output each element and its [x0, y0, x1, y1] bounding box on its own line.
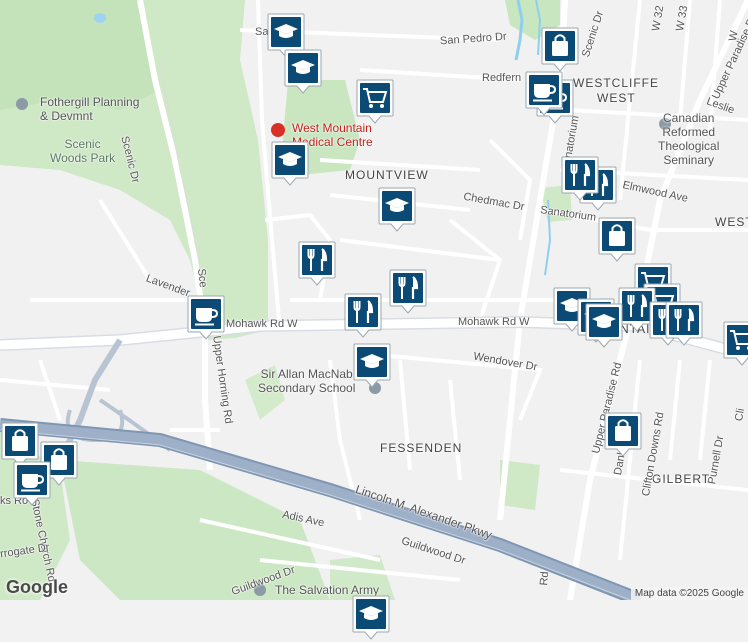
restaurant-marker[interactable]: [388, 268, 428, 316]
school-marker[interactable]: [377, 186, 417, 234]
fork-knife-icon: [389, 269, 427, 314]
school-marker[interactable]: [351, 594, 391, 642]
place-label-scenic-woods[interactable]: Scenic Woods Park: [50, 137, 115, 165]
graduation-cap-icon: [353, 343, 391, 388]
school-marker[interactable]: [283, 48, 323, 96]
cafe-marker[interactable]: [524, 70, 564, 118]
hospital-pin-icon: [271, 123, 285, 137]
cafe-marker[interactable]: [12, 460, 52, 508]
coffee-cup-icon: [13, 461, 51, 506]
road-label-rd-bottom: Rd: [538, 570, 552, 587]
road-label-mohawk-west: Mohawk Rd W: [226, 318, 298, 330]
place-label-sir-allan[interactable]: Sir Allan MacNab Secondary School: [258, 367, 355, 395]
fork-knife-icon: [561, 156, 599, 201]
fork-knife-icon: [665, 301, 703, 346]
fothergill-pin-icon: [16, 98, 28, 110]
road-label-cli: Cli: [733, 407, 748, 423]
place-label-seminary[interactable]: Canadian Reformed Theological Seminary: [658, 111, 719, 167]
neighbourhood-label-west-edge: WEST: [715, 215, 748, 229]
graduation-cap-icon: [585, 303, 623, 348]
school-marker[interactable]: [584, 302, 624, 350]
grocery-marker[interactable]: [722, 320, 748, 368]
grocery-marker[interactable]: [355, 78, 395, 126]
shopping-cart-icon: [356, 79, 394, 124]
graduation-cap-icon: [271, 141, 309, 186]
road-label-redfern: Redfern: [482, 72, 522, 84]
neighbourhood-label-fessenden: FESSENDEN: [380, 441, 463, 455]
school-marker[interactable]: [352, 342, 392, 390]
fork-knife-icon: [344, 293, 382, 338]
neighbourhood-label-gilbert: GILBERT: [652, 472, 711, 486]
restaurant-marker[interactable]: [297, 240, 337, 288]
neighbourhood-label-mountview: MOUNTVIEW: [345, 168, 429, 182]
shopping-bag-icon: [604, 412, 642, 457]
coffee-cup-icon: [525, 71, 563, 116]
road-label-mohawk-east: Mohawk Rd W: [458, 316, 530, 328]
shopping-bag-icon: [541, 27, 579, 72]
shop-marker[interactable]: [603, 411, 643, 459]
coffee-cup-icon: [187, 295, 225, 340]
shop-marker[interactable]: [540, 26, 580, 74]
restaurant-marker[interactable]: [664, 300, 704, 348]
place-label-fothergill[interactable]: Fothergill Planning & Devmnt: [40, 95, 139, 123]
road-label-w-edge: W: [727, 29, 741, 43]
map-attribution[interactable]: Map data ©2025 Google: [630, 587, 748, 600]
graduation-cap-icon: [352, 595, 390, 640]
cafe-marker[interactable]: [186, 294, 226, 342]
road-label-scenic-dr-2: Sce: [195, 268, 209, 289]
shopping-bag-icon: [598, 217, 636, 262]
graduation-cap-icon: [378, 187, 416, 232]
fork-knife-icon: [298, 241, 336, 286]
restaurant-marker[interactable]: [343, 292, 383, 340]
restaurant-marker[interactable]: [560, 155, 600, 203]
neighbourhood-label-westcliffe: WESTCLIFFE: [573, 76, 660, 90]
school-marker[interactable]: [270, 140, 310, 188]
neighbourhood-label-west: WEST: [597, 91, 636, 105]
shop-marker[interactable]: [597, 216, 637, 264]
google-logo: Google: [6, 577, 68, 597]
shopping-cart-icon: [723, 321, 748, 366]
graduation-cap-icon: [284, 49, 322, 94]
